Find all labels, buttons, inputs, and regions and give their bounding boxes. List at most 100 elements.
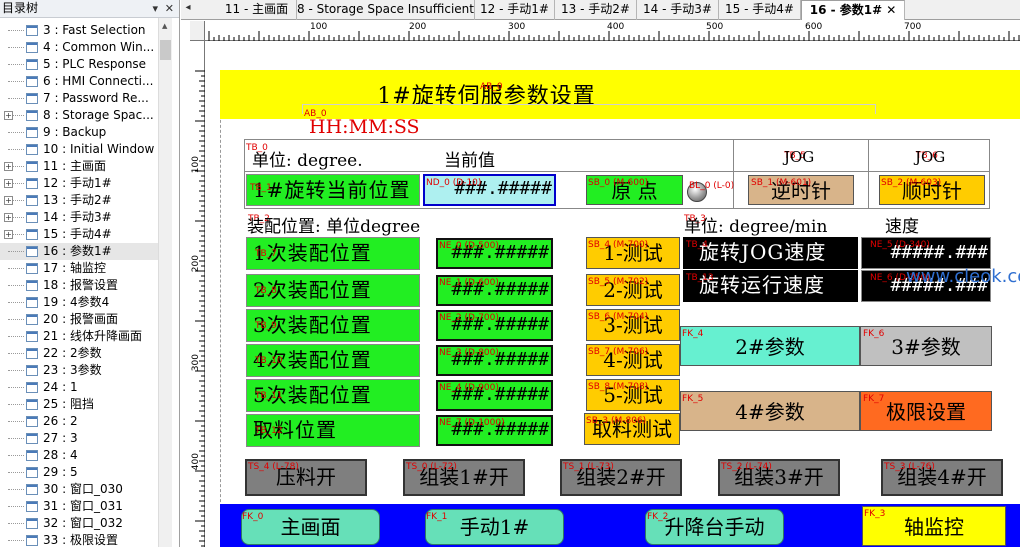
param-4-button[interactable]: 4#参数: [680, 391, 860, 431]
object-tag: ND_0 (D-10): [426, 178, 482, 188]
object-tag: TS_1 (L-73): [563, 462, 614, 472]
object-tag: TB_4: [686, 240, 708, 250]
tab-close-icon[interactable]: ✕: [886, 3, 896, 17]
tree-scrollbar[interactable]: ▲: [158, 18, 172, 547]
tree-item[interactable]: +13 : 手动2#: [0, 192, 170, 209]
object-tag: SB_0 (M-600): [588, 178, 649, 188]
divider: [244, 171, 990, 172]
scroll-thumb[interactable]: [160, 40, 171, 60]
tree-item[interactable]: 20 : 报警画面: [0, 311, 170, 328]
tree-item-label: 16 : 参数1#: [43, 244, 112, 258]
tree-item-label: 26 : 2: [43, 414, 78, 428]
tree-item[interactable]: 25 : 阻挡: [0, 396, 170, 413]
window-page-icon: [26, 178, 38, 189]
tree-expand-icon[interactable]: +: [4, 230, 13, 239]
tree-item-label: 12 : 手动1#: [43, 176, 112, 190]
tree-item[interactable]: +14 : 手动3#: [0, 209, 170, 226]
tree-item[interactable]: 21 : 线体升降画面: [0, 328, 170, 345]
current-value-label: 当前值: [444, 151, 495, 171]
object-tag: SB_8 (M-708): [588, 382, 649, 392]
tree-expand-icon[interactable]: +: [4, 111, 13, 120]
object-tag: FK_0: [242, 512, 264, 522]
object-tag: TS_4 (L-78): [248, 462, 299, 472]
tab-manual-3[interactable]: 14 - 手动3#: [637, 0, 719, 20]
tree-expand-icon[interactable]: +: [4, 162, 13, 171]
object-tag: FK_2: [647, 512, 669, 522]
object-tag: FK_5: [682, 394, 704, 404]
tree-item[interactable]: 5 : PLC Response: [0, 56, 170, 73]
object-tag: NE_3 (D-800): [439, 348, 499, 358]
tree-item[interactable]: 22 : 2参数: [0, 345, 170, 362]
tree-item[interactable]: 32 : 窗口_032: [0, 515, 170, 532]
object-tag: SB_6 (M-704): [588, 312, 649, 322]
tree-item-label: 9 : Backup: [43, 125, 107, 139]
tree-item[interactable]: 4 : Common Win...: [0, 39, 170, 56]
tree-connector: [8, 404, 24, 405]
tree-item[interactable]: 6 : HMI Connecti...: [0, 73, 170, 90]
tree-item[interactable]: 27 : 3: [0, 430, 170, 447]
ruler-left-label: 400: [191, 453, 201, 471]
tree-item[interactable]: 16 : 参数1#: [0, 243, 170, 260]
tree-item[interactable]: +11 : 主画面: [0, 158, 170, 175]
tree-item[interactable]: +15 : 手动4#: [0, 226, 170, 243]
tree-item[interactable]: 31 : 窗口_031: [0, 498, 170, 515]
tree-item[interactable]: 3 : Fast Selection: [0, 22, 170, 39]
tree-expand-icon[interactable]: +: [4, 213, 13, 222]
window-page-icon: [26, 195, 38, 206]
tree-item[interactable]: 29 : 5: [0, 464, 170, 481]
watermark-text: www.cleok.com: [906, 266, 1020, 287]
tree-item[interactable]: 28 : 4: [0, 447, 170, 464]
clock-display[interactable]: HH:MM:SS: [309, 116, 420, 138]
object-tag: NE_5 (D-340): [870, 240, 930, 250]
tab-storage-space[interactable]: 8 - Storage Space Insufficient: [297, 0, 475, 20]
close-icon[interactable]: ✕: [165, 0, 174, 17]
jog-label-ccw: JOG: [784, 148, 815, 166]
tab-manual-4[interactable]: 15 - 手动4#: [719, 0, 801, 20]
object-tag: SB_1 (M-601): [751, 178, 812, 188]
tree-connector: [8, 472, 24, 473]
tree-item-label: 8 : Storage Spac...: [43, 108, 154, 122]
window-page-icon: [26, 93, 38, 104]
tree-item[interactable]: 17 : 轴监控: [0, 260, 170, 277]
clock-frame: [302, 104, 876, 114]
tree-item[interactable]: 23 : 3参数: [0, 362, 170, 379]
tree-item[interactable]: +8 : Storage Spac...: [0, 107, 170, 124]
tree-item[interactable]: 33 : 极限设置: [0, 532, 170, 547]
tab-label: 16 - 参数1#: [809, 3, 883, 17]
tree-connector: [8, 64, 24, 65]
tree-item-label: 30 : 窗口_030: [43, 482, 123, 496]
tree-item[interactable]: 24 : 1: [0, 379, 170, 396]
window-page-icon: [26, 416, 38, 427]
tree-expand-icon[interactable]: +: [4, 196, 13, 205]
tree-item[interactable]: +12 : 手动1#: [0, 175, 170, 192]
window-page-icon: [26, 42, 38, 53]
tree-item[interactable]: 26 : 2: [0, 413, 170, 430]
tree-item[interactable]: 7 : Password Re...: [0, 90, 170, 107]
object-tag: TS_2 (L-74): [721, 462, 772, 472]
scroll-up-icon[interactable]: ▲: [162, 22, 167, 30]
tree-item[interactable]: 10 : Initial Window: [0, 141, 170, 158]
tab-main-screen[interactable]: 11 - 主画面: [217, 0, 297, 20]
object-tag: TS_3 (L-76): [884, 462, 935, 472]
object-tag: BL_0 (L-0): [689, 181, 735, 191]
tree-expand-icon[interactable]: +: [4, 179, 13, 188]
tab-param-1[interactable]: 16 - 参数1# ✕: [801, 0, 905, 20]
ruler-top-label: 200: [409, 22, 427, 32]
param-2-button[interactable]: 2#参数: [680, 326, 860, 366]
window-page-icon: [26, 399, 38, 410]
tab-scroll-left-icon[interactable]: ◂: [181, 2, 195, 13]
tree-item-label: 10 : Initial Window: [43, 142, 155, 156]
window-page-icon: [26, 110, 38, 121]
tree-item[interactable]: 19 : 4参数4: [0, 294, 170, 311]
tree-connector: [8, 47, 24, 48]
object-tag: SB_7 (M-706): [588, 347, 649, 357]
object-tag: TB_7: [255, 249, 277, 259]
tree-item[interactable]: 9 : Backup: [0, 124, 170, 141]
tree-item[interactable]: 18 : 报警设置: [0, 277, 170, 294]
pin-icon[interactable]: ▾: [152, 0, 158, 17]
tab-manual-2[interactable]: 13 - 手动2#: [555, 0, 637, 20]
tab-manual-1[interactable]: 12 - 手动1#: [475, 0, 555, 20]
tree-item[interactable]: 30 : 窗口_030: [0, 481, 170, 498]
window-page-icon: [26, 25, 38, 36]
ruler-left-label: 100: [191, 156, 201, 174]
